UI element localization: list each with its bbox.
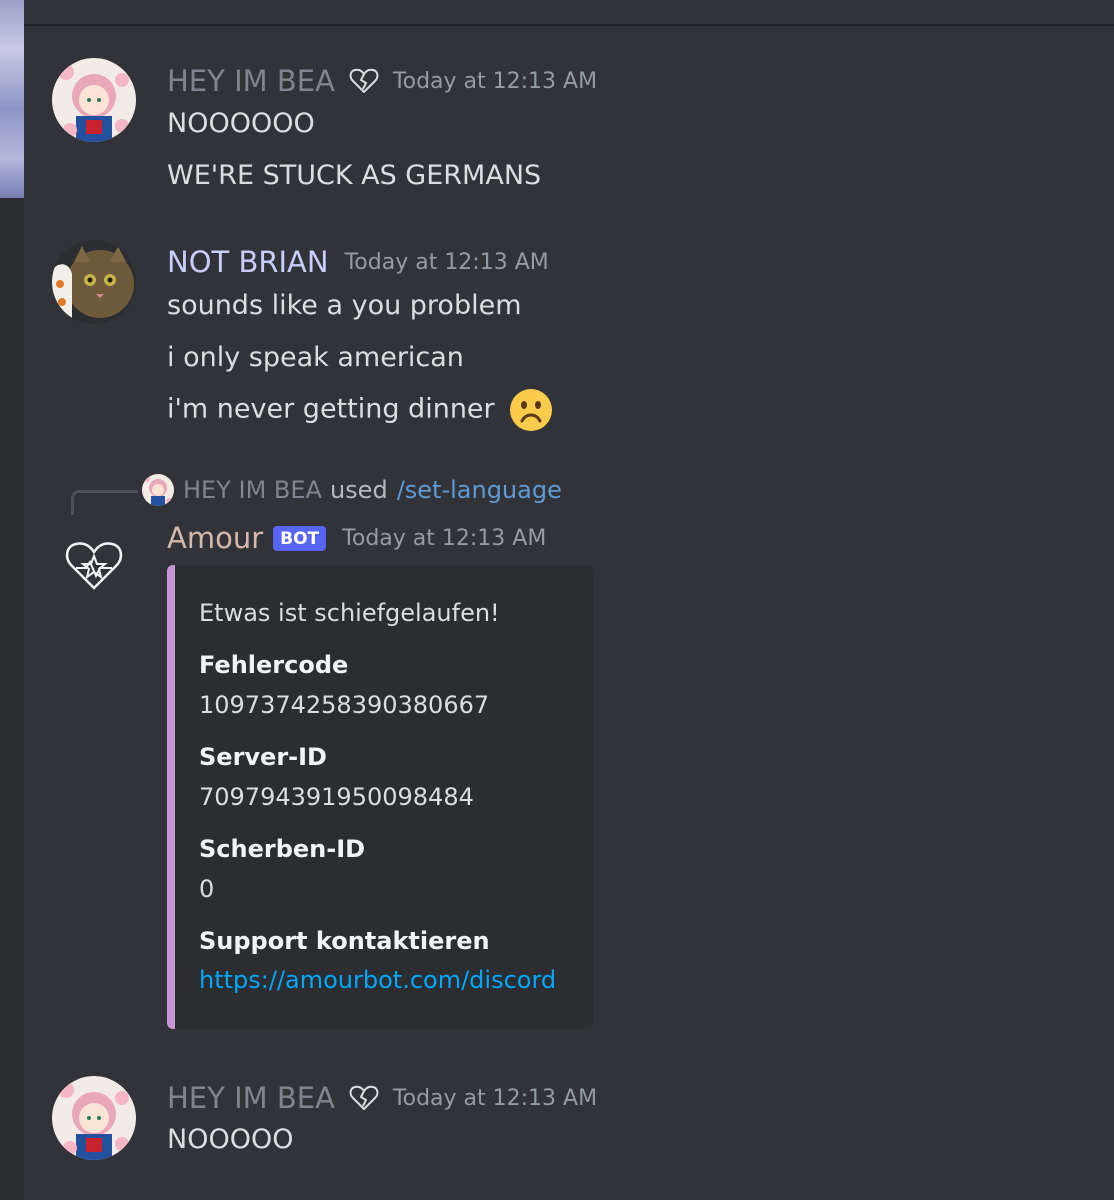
message-text: NOOOOO — [167, 1124, 294, 1155]
embed-field-value: 1097374258390380667 — [199, 691, 490, 719]
slash-command-link[interactable]: /set-language — [397, 476, 562, 504]
broken-heart-icon[interactable] — [349, 1084, 379, 1112]
username[interactable]: Amour — [167, 521, 263, 555]
reply-used-text: used — [329, 476, 388, 504]
reply-connector — [71, 490, 138, 515]
message-text: i only speak american — [167, 342, 464, 373]
heart-star-icon[interactable] — [52, 524, 136, 608]
message-text: sounds like a you problem — [167, 290, 522, 321]
reply-username[interactable]: HEY IM BEA — [183, 476, 322, 504]
server-sidebar-edge — [0, 0, 24, 1200]
reply-avatar[interactable] — [142, 474, 174, 506]
bot-tag: BOT — [273, 525, 327, 551]
embed-field-name: Fehlercode — [199, 651, 349, 679]
embed-field-value: 709794391950098484 — [199, 783, 474, 811]
timestamp[interactable]: Today at 12:13 AM — [345, 250, 549, 275]
timestamp[interactable]: Today at 12:13 AM — [393, 1086, 597, 1111]
embed-field-name: Server-ID — [199, 743, 327, 771]
embed-field-name: Support kontaktieren — [199, 927, 490, 955]
avatar[interactable] — [52, 240, 136, 324]
message-text-row: i'm never getting dinner — [167, 388, 553, 432]
embed-field-name: Scherben-ID — [199, 835, 366, 863]
reply-context[interactable]: HEY IM BEA used /set-language — [142, 474, 562, 506]
avatar[interactable] — [52, 1076, 136, 1160]
support-link[interactable]: https://amourbot.com/discord — [199, 966, 556, 994]
error-embed: Etwas ist schiefgelaufen! Fehlercode 109… — [167, 565, 593, 1029]
username[interactable]: NOT BRIAN — [167, 245, 329, 279]
message-text: i'm never getting dinner — [167, 393, 495, 425]
frowning-face-emoji — [509, 388, 553, 432]
embed-field-value: 0 — [199, 875, 215, 903]
bot-message-header: Amour BOT Today at 12:13 AM — [167, 521, 546, 555]
timestamp[interactable]: Today at 12:13 AM — [342, 526, 546, 551]
embed-description: Etwas ist schiefgelaufen! — [199, 599, 500, 627]
username[interactable]: HEY IM BEA — [167, 1081, 335, 1115]
server-banner-art — [0, 0, 24, 198]
message-group-brian: NOT BRIAN Today at 12:13 AM sounds like … — [24, 0, 1114, 440]
